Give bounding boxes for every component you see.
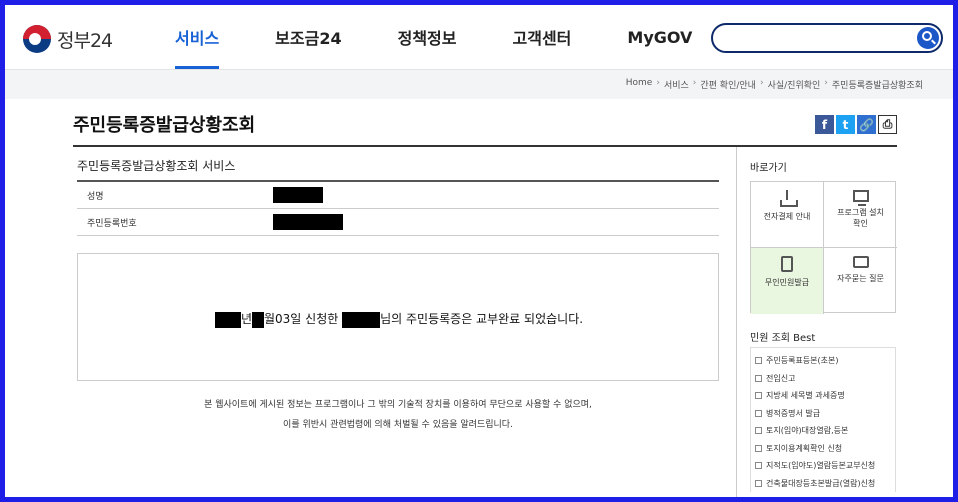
result-message: 년 월03일 신청한 님의 주민등록증은 교부완료 되었습니다. — [78, 310, 720, 328]
quick-link-kiosk[interactable]: 무인민원발급 — [751, 248, 824, 314]
browser-frame: 정부24 서비스 보조금24 정책정보 고객센터 MyGOV Home › 서비… — [0, 0, 958, 502]
document-icon — [755, 479, 762, 487]
nav-services[interactable]: 서비스 — [175, 5, 220, 69]
document-icon — [755, 462, 762, 470]
list-item[interactable]: 병적증명서 발급 — [755, 405, 891, 423]
redacted-name — [273, 187, 323, 203]
copy-link-button[interactable]: 🔗 — [857, 115, 876, 134]
search-box — [711, 23, 943, 53]
right-sidebar: 바로가기 전자결제 안내 프로그램 설치 확인 무인민원발급 자주묻는 질문 민… — [736, 147, 953, 497]
name-label: 성명 — [87, 191, 104, 202]
list-item[interactable]: 전입신고 — [755, 370, 891, 388]
quick-link-program-check[interactable]: 프로그램 설치 확인 — [824, 182, 897, 248]
list-item[interactable]: 지적도(임야도)열람등본교부신청 — [755, 457, 891, 475]
table-row: 주민등록번호 — [77, 209, 719, 236]
quick-link-e-payment[interactable]: 전자결제 안내 — [751, 182, 824, 248]
quick-links-grid: 전자결제 안내 프로그램 설치 확인 무인민원발급 자주묻는 질문 — [750, 181, 897, 314]
breadcrumb-bar: Home › 서비스 › 간편 확인/안내 › 사실/진위확인 › 주민등록증발… — [5, 69, 953, 99]
chevron-right-icon: › — [824, 78, 828, 88]
redacted-resident-number — [273, 214, 343, 230]
chevron-right-icon: › — [692, 78, 697, 88]
document-icon — [755, 392, 762, 400]
copyright-notice: 본 웹사이트에 게시된 정보는 프로그램이나 그 밖의 기술적 장치를 이용하여… — [204, 400, 592, 430]
result-box: 년 월03일 신청한 님의 주민등록증은 교부완료 되었습니다. — [77, 253, 719, 381]
best-services-title: 민원 조회 Best — [750, 333, 816, 344]
list-item[interactable]: 건축물대장등초본발급(열람)신청 — [755, 475, 891, 493]
list-item[interactable]: 토지(임야)대장열람,등본 — [755, 422, 891, 440]
nav-customer-center[interactable]: 고객센터 — [513, 5, 572, 69]
document-icon — [755, 374, 762, 382]
best-services-list: 주민등록표등본(초본) 전입신고 지방세 세목별 과세증명 병적증명서 발급 토… — [750, 347, 896, 492]
redacted-month — [251, 311, 264, 328]
nav-policy-info[interactable]: 정책정보 — [398, 5, 457, 69]
page-title: 주민등록증발급상황조회 — [73, 115, 256, 136]
breadcrumb-current: 주민등록증발급상황조회 — [831, 81, 923, 91]
search-button[interactable] — [917, 27, 939, 49]
chevron-right-icon: › — [759, 78, 764, 88]
table-row: 성명 — [77, 182, 719, 209]
monitor-icon — [852, 190, 869, 206]
kiosk-icon — [781, 256, 793, 272]
applicant-info-table: 성명 주민등록번호 — [77, 180, 719, 236]
quick-links-title: 바로가기 — [750, 163, 787, 174]
redacted-applicant — [342, 311, 381, 328]
share-buttons: f t 🔗 ⎙ — [813, 115, 897, 134]
breadcrumb-item[interactable]: 서비스 — [664, 78, 689, 91]
download-icon — [779, 190, 798, 207]
quick-link-faq[interactable]: 자주묻는 질문 — [824, 248, 897, 314]
redacted-year — [214, 311, 241, 328]
taegeuk-logo-icon — [23, 25, 51, 53]
document-icon — [755, 427, 762, 435]
facebook-share-button[interactable]: f — [815, 115, 834, 134]
main-nav: 서비스 보조금24 정책정보 고객센터 MyGOV — [175, 5, 748, 69]
twitter-share-button[interactable]: t — [836, 115, 855, 134]
breadcrumb: Home › 서비스 › 간편 확인/안내 › 사실/진위확인 › 주민등록증발… — [622, 78, 923, 91]
site-header: 정부24 서비스 보조금24 정책정보 고객센터 MyGOV — [5, 5, 953, 69]
faq-icon — [852, 256, 869, 268]
breadcrumb-item[interactable]: 간편 확인/안내 — [700, 78, 756, 91]
nav-subsidy24[interactable]: 보조금24 — [275, 5, 341, 69]
nav-mygov[interactable]: MyGOV — [627, 5, 692, 69]
resident-number-label: 주민등록번호 — [87, 218, 137, 229]
list-item[interactable]: 지방세 세목별 과세증명 — [755, 387, 891, 405]
logo-text: 정부24 — [57, 29, 113, 52]
breadcrumb-item[interactable]: 사실/진위확인 — [768, 78, 821, 91]
breadcrumb-home[interactable]: Home — [626, 78, 653, 91]
section-title: 주민등록증발급상황조회 서비스 — [77, 159, 236, 173]
document-icon — [755, 357, 762, 365]
print-button[interactable]: ⎙ — [878, 115, 897, 134]
chevron-right-icon: › — [656, 78, 660, 88]
list-item[interactable]: 토지이용계획확인 신청 — [755, 440, 891, 458]
site-logo[interactable]: 정부24 — [23, 25, 113, 53]
list-item[interactable]: 주민등록표등본(초본) — [755, 352, 891, 370]
search-input[interactable] — [725, 29, 915, 47]
document-icon — [755, 444, 762, 452]
document-icon — [755, 409, 762, 417]
